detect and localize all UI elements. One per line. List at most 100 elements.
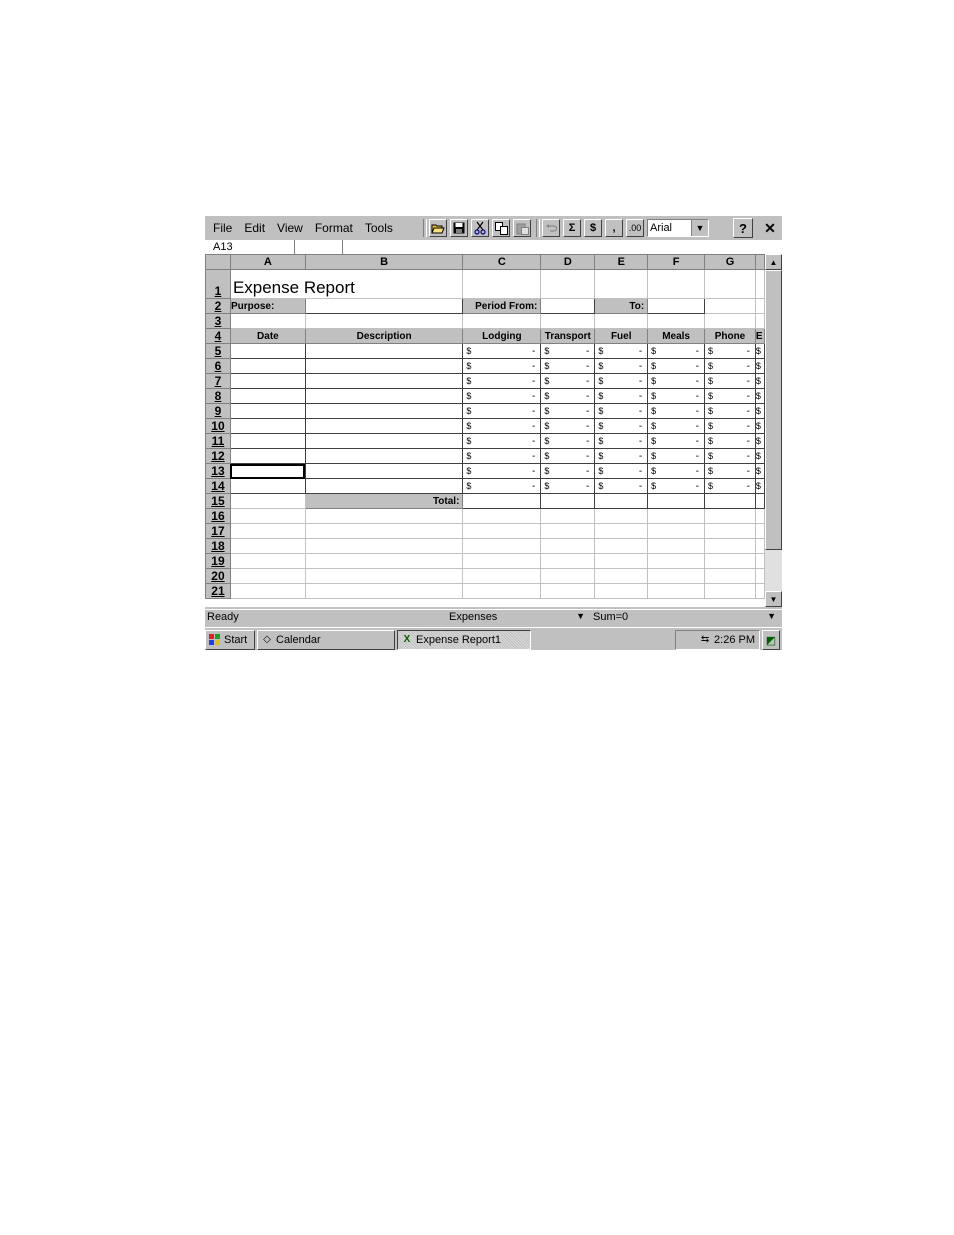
row-header[interactable]: 3	[205, 313, 231, 329]
cell[interactable]	[647, 269, 706, 299]
meals-cell[interactable]: $ -	[647, 373, 706, 389]
partial-cell[interactable]: $	[754, 418, 765, 434]
partial-cell[interactable]: $	[754, 388, 765, 404]
open-icon[interactable]	[429, 219, 447, 237]
cell[interactable]	[229, 538, 306, 554]
meals-cell[interactable]: $ -	[647, 358, 706, 374]
date-cell[interactable]	[229, 418, 306, 434]
cell[interactable]	[304, 553, 464, 569]
row-header[interactable]: 9	[205, 403, 231, 419]
partial-cell[interactable]: $	[754, 403, 765, 419]
transport-cell[interactable]: $ -	[540, 373, 596, 389]
phone-cell[interactable]: $ -	[704, 343, 756, 359]
lodging-cell[interactable]: $ -	[462, 388, 542, 404]
partial-cell[interactable]: $	[754, 433, 765, 449]
cell[interactable]	[462, 269, 542, 299]
total-fuel[interactable]	[594, 493, 649, 509]
meals-cell[interactable]: $ -	[647, 418, 706, 434]
cell[interactable]	[754, 269, 765, 299]
currency-style-button[interactable]: $	[584, 219, 602, 237]
cell[interactable]	[647, 553, 706, 569]
transport-cell[interactable]: $ -	[540, 343, 596, 359]
cell[interactable]	[462, 583, 542, 599]
chevron-down-icon[interactable]: ▼	[691, 220, 708, 236]
fuel-cell[interactable]: $ -	[594, 478, 649, 494]
menu-format[interactable]: Format	[309, 216, 359, 240]
column-header-g[interactable]: G	[704, 254, 756, 270]
row-header[interactable]: 16	[205, 508, 231, 524]
description-cell[interactable]	[304, 358, 464, 374]
cell[interactable]	[540, 583, 596, 599]
row-header[interactable]: 18	[205, 538, 231, 554]
desktop-icon[interactable]: ◩	[762, 630, 780, 650]
lodging-cell[interactable]: $ -	[462, 463, 542, 479]
lodging-cell[interactable]: $ -	[462, 358, 542, 374]
sum-select[interactable]: Sum=0 ▼	[593, 611, 780, 625]
row-header[interactable]: 14	[205, 478, 231, 494]
total-transport[interactable]	[540, 493, 596, 509]
column-header-d[interactable]: D	[540, 254, 596, 270]
cell[interactable]	[754, 538, 765, 554]
row-header[interactable]: 5	[205, 343, 231, 359]
cell[interactable]	[462, 538, 542, 554]
date-cell[interactable]	[229, 403, 306, 419]
cell[interactable]	[229, 313, 306, 329]
row-header[interactable]: 20	[205, 568, 231, 584]
row-header[interactable]: 1	[205, 269, 231, 299]
date-cell[interactable]	[229, 388, 306, 404]
save-icon[interactable]	[450, 219, 468, 237]
transport-cell[interactable]: $ -	[540, 448, 596, 464]
taskbar-expense-report[interactable]: X Expense Report1	[397, 630, 531, 650]
fuel-cell[interactable]: $ -	[594, 403, 649, 419]
scroll-down-icon[interactable]: ▼	[765, 591, 782, 607]
close-button[interactable]: ✕	[760, 218, 780, 238]
cell[interactable]	[594, 568, 649, 584]
network-icon[interactable]: ⇆	[699, 634, 711, 646]
lodging-cell[interactable]: $ -	[462, 433, 542, 449]
cell[interactable]	[594, 583, 649, 599]
purpose-input[interactable]	[304, 298, 464, 314]
description-cell[interactable]	[304, 478, 464, 494]
phone-cell[interactable]: $ -	[704, 463, 756, 479]
transport-cell[interactable]: $ -	[540, 433, 596, 449]
cell[interactable]	[462, 508, 542, 524]
column-header-f[interactable]: F	[647, 254, 706, 270]
date-cell[interactable]	[229, 373, 306, 389]
cell[interactable]	[540, 553, 596, 569]
date-cell[interactable]	[229, 433, 306, 449]
date-cell[interactable]	[229, 343, 306, 359]
taskbar-calendar[interactable]: ◇ Calendar	[257, 630, 395, 650]
cell[interactable]	[647, 568, 706, 584]
phone-cell[interactable]: $ -	[704, 433, 756, 449]
period-to-input[interactable]	[647, 298, 706, 314]
cell[interactable]	[594, 538, 649, 554]
transport-cell[interactable]: $ -	[540, 358, 596, 374]
date-cell[interactable]	[229, 463, 306, 479]
menu-tools[interactable]: Tools	[359, 216, 399, 240]
description-cell[interactable]	[304, 433, 464, 449]
cell[interactable]	[540, 269, 596, 299]
autosum-button[interactable]: Σ	[563, 219, 581, 237]
scroll-thumb[interactable]	[765, 270, 782, 550]
fuel-cell[interactable]: $ -	[594, 343, 649, 359]
cell[interactable]	[704, 553, 756, 569]
cell[interactable]	[704, 313, 756, 329]
date-cell[interactable]	[229, 478, 306, 494]
cell[interactable]	[540, 523, 596, 539]
description-cell[interactable]	[304, 343, 464, 359]
phone-cell[interactable]: $ -	[704, 358, 756, 374]
cell[interactable]	[754, 523, 765, 539]
lodging-cell[interactable]: $ -	[462, 373, 542, 389]
meals-cell[interactable]: $ -	[647, 463, 706, 479]
cell[interactable]	[594, 313, 649, 329]
partial-cell[interactable]: $	[754, 343, 765, 359]
cell[interactable]	[304, 583, 464, 599]
cell[interactable]	[304, 538, 464, 554]
fuel-cell[interactable]: $ -	[594, 388, 649, 404]
cell[interactable]	[462, 553, 542, 569]
fuel-cell[interactable]: $ -	[594, 448, 649, 464]
chevron-down-icon[interactable]: ▼	[767, 611, 776, 621]
cut-icon[interactable]	[471, 219, 489, 237]
cell[interactable]	[229, 493, 306, 509]
cell[interactable]	[647, 508, 706, 524]
